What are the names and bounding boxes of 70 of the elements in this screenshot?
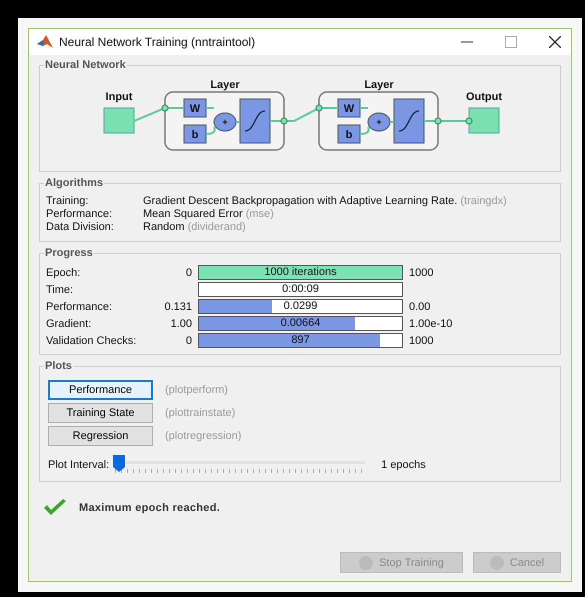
slider-thumb[interactable] <box>113 455 126 472</box>
progress-label: Time: <box>46 284 74 296</box>
weight-block <box>338 98 360 118</box>
progress-label: Gradient: <box>46 318 92 330</box>
plot-button[interactable]: Training State <box>48 403 153 423</box>
algorithm-label: Data Division: <box>46 221 115 233</box>
sum-node <box>368 112 390 132</box>
connector-arrow <box>270 104 338 124</box>
function-name: (plotregression) <box>165 430 242 442</box>
algorithm-label: Performance: <box>46 208 114 220</box>
weight-block <box>184 98 206 118</box>
sum-label: + <box>222 117 228 127</box>
plot-button[interactable]: Performance <box>48 380 153 400</box>
connector-arrow <box>134 104 184 122</box>
start-value: 0.131 <box>164 300 192 312</box>
connector-arrow <box>424 118 472 124</box>
input-block <box>104 108 134 134</box>
connector-line <box>205 107 241 135</box>
panel-legend: Progress <box>44 247 94 259</box>
progress-reading: 0.00664 <box>280 317 322 330</box>
algorithm-value: Gradient Descent Backpropagation with Adaptive Learning Rate. <box>143 195 458 207</box>
plot-button[interactable]: Regression <box>48 426 153 446</box>
progress-reading: 0.0299 <box>282 300 318 313</box>
slider-label: Plot Interval: <box>48 459 110 471</box>
transfer-function-block <box>240 98 270 144</box>
function-name: (mse) <box>246 208 274 220</box>
function-name: (plotperform) <box>165 384 228 396</box>
algorithm-label: Training: <box>46 195 90 207</box>
panel-legend: Plots <box>44 360 73 372</box>
connector-line <box>359 107 395 135</box>
panel-legend: Algorithms <box>44 177 104 189</box>
app-logo-icon <box>37 35 53 49</box>
output-block <box>468 108 500 134</box>
progress-reading: 1000 iterations <box>263 266 338 279</box>
sum-label: + <box>376 117 382 127</box>
function-name: (plottrainstate) <box>165 407 236 419</box>
input-label: Input <box>106 91 132 103</box>
checkmark-icon <box>43 499 67 517</box>
layer-title: Layer <box>210 79 240 91</box>
output-label: Output <box>466 91 502 103</box>
bias-label: b <box>346 129 352 141</box>
end-value: 0.00 <box>409 300 430 312</box>
function-name: (dividerand) <box>188 221 246 233</box>
weight-label: W <box>190 103 200 115</box>
close-icon[interactable] <box>549 36 561 48</box>
algorithm-value: Mean Squared Error <box>143 208 243 220</box>
function-name: (traingdx) <box>460 195 507 207</box>
bias-block <box>338 124 360 144</box>
slider-value: 1 epochs <box>381 459 426 471</box>
algorithm-value: Random <box>143 221 185 233</box>
end-value: 1000 <box>409 334 434 346</box>
start-value: 0 <box>186 266 192 278</box>
bias-block <box>184 124 206 144</box>
transfer-function-block <box>394 98 424 144</box>
progress-reading: 897 <box>290 334 311 347</box>
sum-node <box>214 112 236 132</box>
layer-title: Layer <box>364 79 394 91</box>
progress-label: Epoch: <box>46 266 82 278</box>
end-value: 1000 <box>409 266 434 278</box>
window-title: Neural Network Training (nntraintool) <box>59 35 256 49</box>
time-readout: 0:00:09 <box>198 282 403 297</box>
progress-label: Performance: <box>46 300 114 312</box>
bias-label: b <box>192 129 198 141</box>
start-value: 0 <box>186 334 192 346</box>
end-value: 1.00e-10 <box>409 318 452 330</box>
progress-label: Validation Checks: <box>46 334 138 346</box>
weight-label: W <box>344 103 354 115</box>
status-message: Maximum epoch reached. <box>79 502 220 514</box>
start-value: 1.00 <box>170 318 192 330</box>
panel-legend: Neural Network <box>44 59 127 71</box>
